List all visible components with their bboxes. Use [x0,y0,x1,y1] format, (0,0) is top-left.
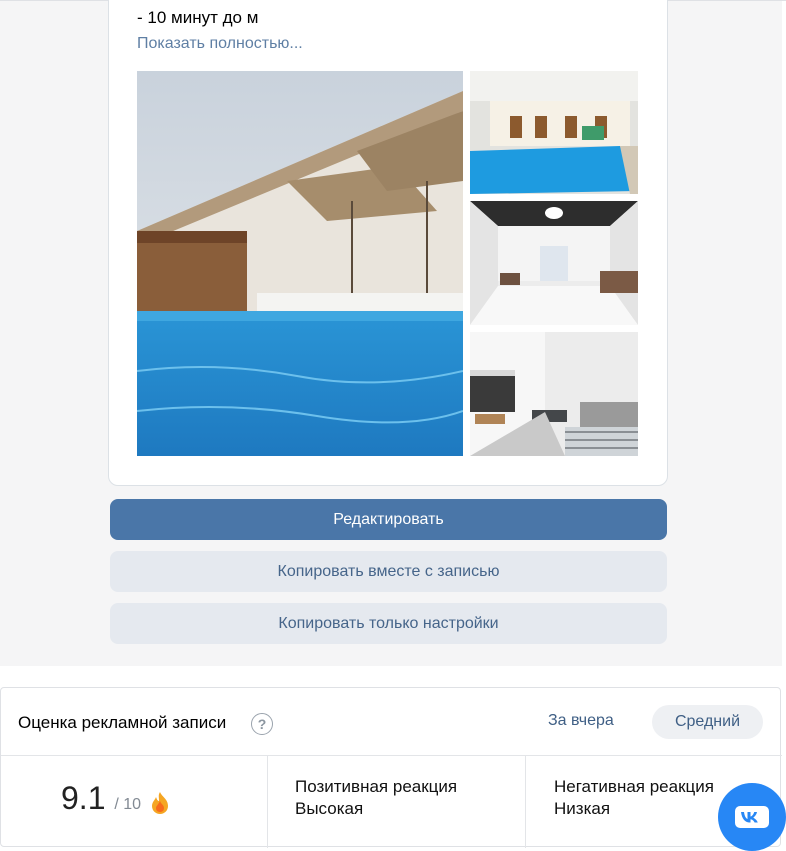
bedroom-kitchen-photo[interactable] [470,332,638,456]
fire-icon [152,792,168,814]
rating-score: 9.1 / 10 [61,780,141,817]
post-text: - 10 минут до м [137,8,259,27]
copy-settings-button[interactable]: Копировать только настройки [110,603,667,644]
question-icon[interactable]: ? [251,713,273,735]
negative-reaction-value: Низкая [554,799,611,818]
positive-reaction-value: Высокая [295,799,364,818]
column-divider [525,756,526,848]
rating-title: Оценка рекламной записи [18,713,227,732]
score-max: / 10 [114,796,142,813]
show-more-link[interactable]: Показать полностью... [137,35,303,53]
level-badge[interactable]: Средний [652,705,763,739]
pool-umbrellas-photo[interactable] [137,71,463,456]
positive-reaction-label: Позитивная реакция [295,777,458,796]
copy-with-post-button[interactable]: Копировать вместе с записью [110,551,667,592]
rating-divider [1,755,782,756]
negative-reaction-label: Негативная реакция [554,777,714,796]
vk-chat-button[interactable] [718,783,786,851]
pool-courtyard-photo[interactable] [470,71,638,194]
vk-logo-icon [735,806,769,828]
edit-button[interactable]: Редактировать [110,499,667,540]
period-selector[interactable]: За вчера [548,712,614,730]
column-divider [267,756,268,848]
score-value: 9.1 [61,780,106,816]
ad-rating-card: Оценка рекламной записи ? За вчера Средн… [0,687,782,848]
living-room-photo[interactable] [470,201,638,325]
